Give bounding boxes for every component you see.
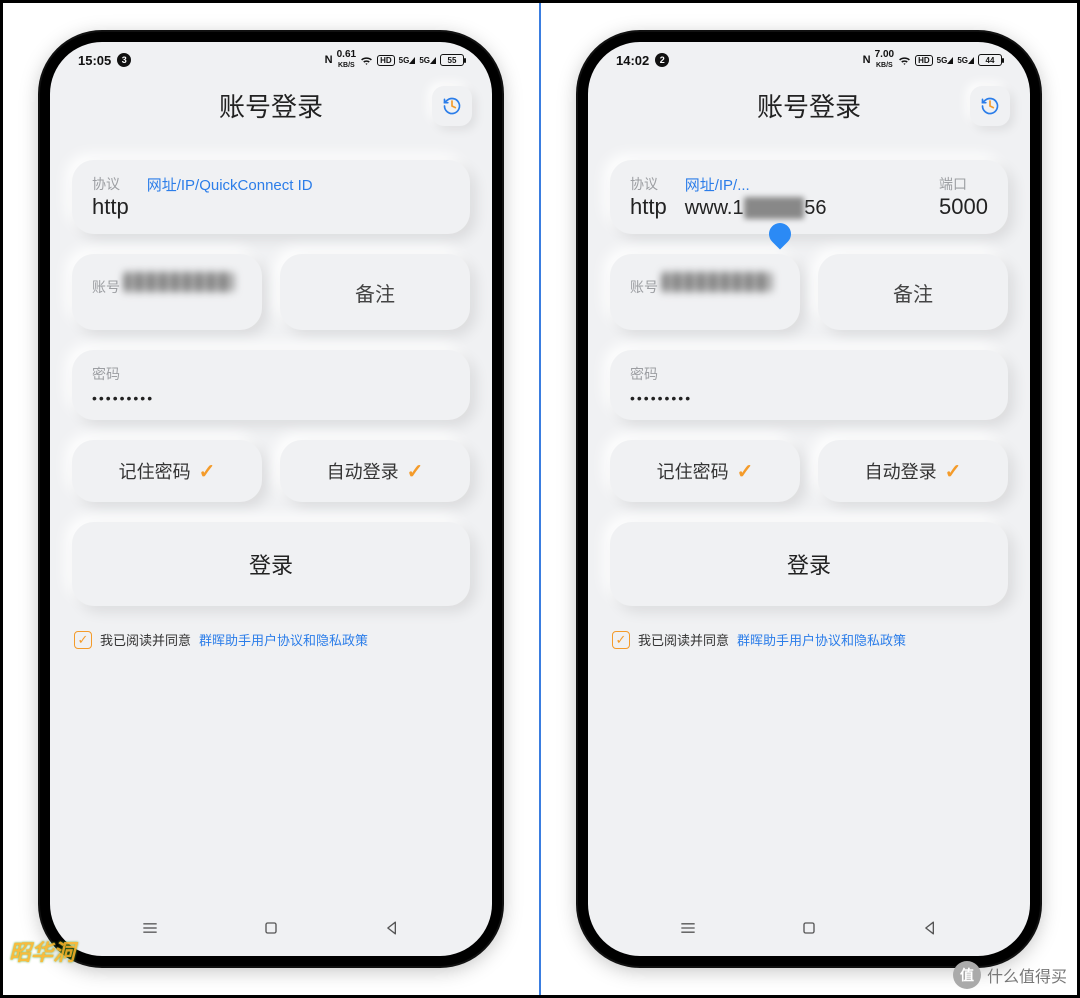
password-value[interactable]: •••••••••	[92, 390, 450, 406]
agreement-link[interactable]: 群晖助手用户协议和隐私政策	[199, 630, 368, 649]
nfc-icon: N	[325, 54, 333, 66]
agreement-checkbox[interactable]: ✓	[74, 631, 92, 649]
agreement-row[interactable]: ✓ 我已阅读并同意 群晖助手用户协议和隐私政策	[610, 630, 1008, 649]
protocol-label: 协议	[630, 174, 667, 194]
auto-login-toggle[interactable]: 自动登录 ✓	[280, 440, 470, 502]
nfc-icon: N	[863, 54, 871, 66]
back-icon[interactable]	[920, 918, 940, 938]
history-button[interactable]	[970, 86, 1010, 126]
password-label: 密码	[92, 366, 120, 382]
battery-icon: 55	[440, 54, 464, 66]
auto-login-toggle[interactable]: 自动登录 ✓	[818, 440, 1008, 502]
account-card[interactable]: 账号	[72, 254, 262, 330]
check-icon: ✓	[407, 459, 424, 484]
home-icon[interactable]	[799, 918, 819, 938]
network-speed: 0.61KB/S	[337, 50, 356, 70]
port-value[interactable]: 5000	[939, 194, 988, 220]
address-label: 网址/IP/...	[685, 174, 921, 195]
history-icon	[442, 96, 462, 116]
hd-icon: HD	[915, 55, 933, 66]
status-time: 15:05	[78, 53, 111, 68]
wifi-icon	[360, 54, 373, 67]
signal-5g-icon-2: 5G	[957, 56, 974, 65]
password-value[interactable]: •••••••••	[630, 390, 988, 406]
login-label: 登录	[630, 536, 988, 592]
login-button[interactable]: 登录	[72, 522, 470, 606]
check-icon: ✓	[737, 459, 754, 484]
page-title: 账号登录	[219, 87, 323, 124]
hd-icon: HD	[377, 55, 395, 66]
phone-mock-left: 15:05 3 N 0.61KB/S HD 5G 5G 55 账号	[40, 32, 502, 966]
status-bar: 14:02 2 N 7.00KB/S HD 5G 5G 44	[588, 42, 1030, 78]
agreement-link[interactable]: 群晖助手用户协议和隐私政策	[737, 630, 906, 649]
recent-apps-icon[interactable]	[140, 918, 160, 938]
notification-count-badge: 2	[655, 53, 669, 67]
account-label: 账号	[630, 279, 658, 295]
remember-password-toggle[interactable]: 记住密码 ✓	[72, 440, 262, 502]
note-card[interactable]: 备注	[280, 254, 470, 330]
wifi-icon	[898, 54, 911, 67]
account-value-redacted	[662, 272, 772, 292]
check-icon: ✓	[945, 459, 962, 484]
page-title: 账号登录	[757, 87, 861, 124]
back-icon[interactable]	[382, 918, 402, 938]
check-icon: ✓	[199, 459, 216, 484]
address-label: 网址/IP/QuickConnect ID	[147, 174, 450, 195]
login-label: 登录	[92, 536, 450, 592]
watermark-logo-icon: 值	[953, 961, 981, 989]
account-label: 账号	[92, 279, 120, 295]
history-button[interactable]	[432, 86, 472, 126]
network-speed: 7.00KB/S	[875, 50, 894, 70]
address-card[interactable]: 协议 http 网址/IP/... www.1████56	[610, 160, 1008, 234]
port-label: 端口	[939, 174, 988, 194]
note-card[interactable]: 备注	[818, 254, 1008, 330]
remember-password-label: 记住密码	[119, 458, 191, 484]
phone-mock-right: 14:02 2 N 7.00KB/S HD 5G 5G 44 账号登录	[578, 32, 1040, 966]
auto-login-label: 自动登录	[327, 458, 399, 484]
system-nav-bar	[588, 900, 1030, 956]
auto-login-label: 自动登录	[865, 458, 937, 484]
address-input[interactable]: www.1████56	[685, 197, 921, 220]
protocol-value[interactable]: http	[92, 194, 129, 220]
history-icon	[980, 96, 1000, 116]
agreement-text: 我已阅读并同意	[100, 630, 191, 649]
agreement-row[interactable]: ✓ 我已阅读并同意 群晖助手用户协议和隐私政策	[72, 630, 470, 649]
note-label: 备注	[300, 268, 450, 316]
battery-icon: 44	[978, 54, 1002, 66]
address-card[interactable]: 协议 http 网址/IP/QuickConnect ID	[72, 160, 470, 234]
remember-password-toggle[interactable]: 记住密码 ✓	[610, 440, 800, 502]
status-bar: 15:05 3 N 0.61KB/S HD 5G 5G 55	[50, 42, 492, 78]
signal-5g-icon-1: 5G	[399, 56, 416, 65]
status-time: 14:02	[616, 53, 649, 68]
signal-5g-icon-2: 5G	[419, 56, 436, 65]
protocol-value[interactable]: http	[630, 194, 667, 220]
password-card[interactable]: 密码 •••••••••	[610, 350, 1008, 420]
login-button[interactable]: 登录	[610, 522, 1008, 606]
watermark-right: 值 什么值得买	[953, 961, 1067, 989]
notification-count-badge: 3	[117, 53, 131, 67]
remember-password-label: 记住密码	[657, 458, 729, 484]
recent-apps-icon[interactable]	[678, 918, 698, 938]
account-value-redacted	[124, 272, 234, 292]
password-card[interactable]: 密码 •••••••••	[72, 350, 470, 420]
system-nav-bar	[50, 900, 492, 956]
watermark-text: 什么值得买	[987, 963, 1067, 987]
password-label: 密码	[630, 366, 658, 382]
watermark-left: 昭华洞	[9, 935, 75, 967]
protocol-label: 协议	[92, 174, 129, 194]
home-icon[interactable]	[261, 918, 281, 938]
signal-5g-icon-1: 5G	[937, 56, 954, 65]
text-cursor-handle-icon[interactable]	[764, 218, 795, 249]
note-label: 备注	[838, 268, 988, 316]
account-card[interactable]: 账号	[610, 254, 800, 330]
agreement-checkbox[interactable]: ✓	[612, 631, 630, 649]
address-input[interactable]	[147, 197, 450, 220]
agreement-text: 我已阅读并同意	[638, 630, 729, 649]
